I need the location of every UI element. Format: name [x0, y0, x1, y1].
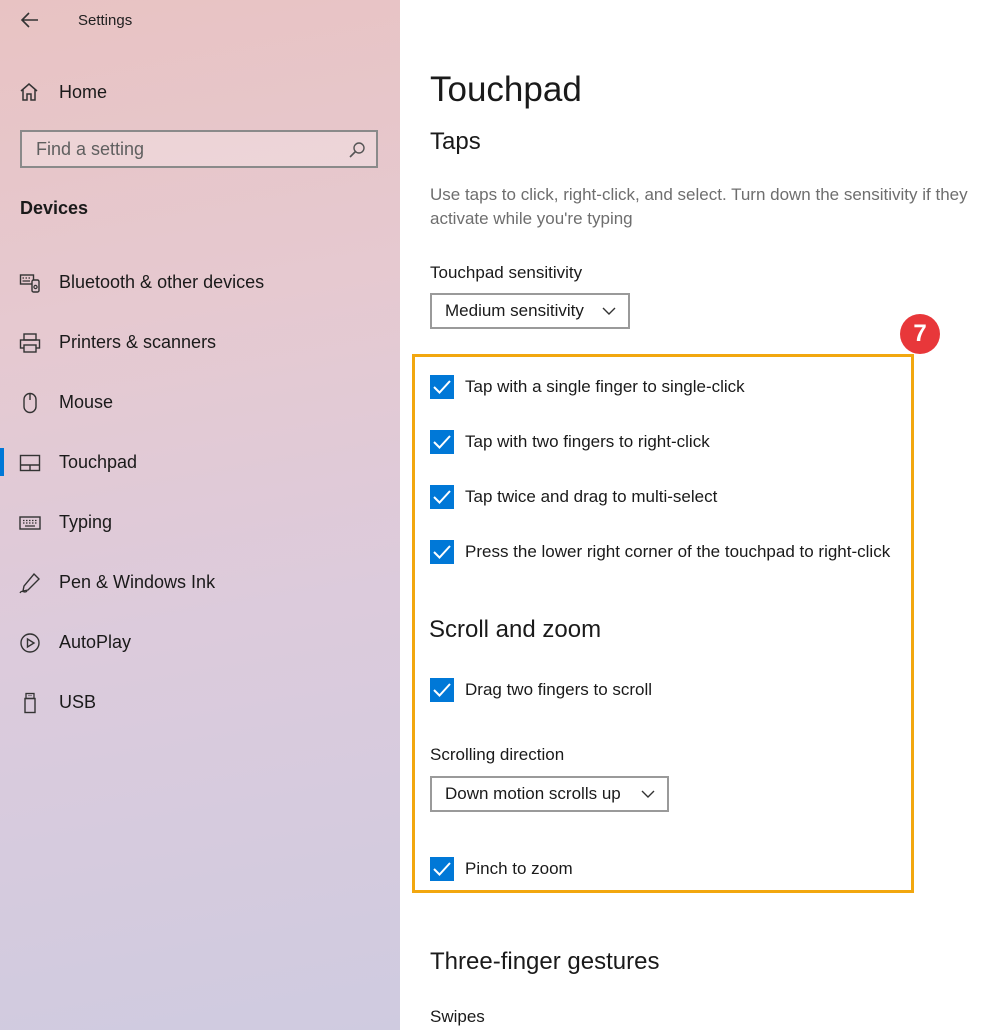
taps-description: Use taps to click, right-click, and sele… [430, 185, 968, 228]
checkmark-icon [433, 435, 451, 449]
sidebar-item-label: Pen & Windows Ink [59, 572, 216, 592]
checkmark-icon [433, 380, 451, 394]
sidebar-item-usb[interactable]: USB [0, 682, 400, 722]
bluetooth-devices-icon [19, 274, 40, 293]
two-finger-tap-checkbox[interactable]: Tap with two fingers to right-click [430, 429, 710, 455]
checkbox-label: Tap twice and drag to multi-select [465, 487, 718, 506]
lower-right-corner-checkbox[interactable]: Press the lower right corner of the touc… [430, 539, 890, 565]
search-icon[interactable] [348, 141, 366, 159]
checkbox-checked[interactable] [430, 430, 454, 454]
checkbox-checked[interactable] [430, 375, 454, 399]
checkbox-label: Press the lower right corner of the touc… [465, 542, 891, 561]
sidebar-item-touchpad[interactable]: Touchpad [0, 442, 400, 482]
sidebar-item-label: USB [59, 692, 97, 712]
taps-heading: Taps [430, 128, 481, 155]
chevron-down-icon [602, 307, 616, 315]
checkbox-checked[interactable] [430, 678, 454, 702]
active-indicator [0, 448, 4, 476]
sidebar-item-bluetooth[interactable]: Bluetooth & other devices [0, 262, 400, 302]
sidebar-item-label: Typing [59, 512, 113, 532]
sensitivity-label: Touchpad sensitivity [430, 263, 583, 282]
drag-two-fingers-checkbox[interactable]: Drag two fingers to scroll [430, 677, 652, 703]
checkbox-label: Tap with two fingers to right-click [465, 432, 710, 451]
usb-icon [24, 692, 36, 714]
sensitivity-dropdown[interactable]: Medium sensitivity [430, 293, 630, 329]
sidebar: Settings Home Devices Bluetooth & other … [0, 0, 400, 1030]
home-nav-item[interactable]: Home [18, 78, 378, 106]
sidebar-item-label: Touchpad [59, 452, 138, 472]
keyboard-icon [19, 516, 41, 530]
page-title: Touchpad [430, 70, 582, 109]
sidebar-item-typing[interactable]: Typing [0, 502, 400, 542]
checkbox-label: Tap with a single finger to single-click [465, 377, 745, 396]
sidebar-item-pen[interactable]: Pen & Windows Ink [0, 562, 400, 602]
home-label: Home [59, 81, 108, 102]
checkbox-label: Drag two fingers to scroll [465, 680, 653, 699]
checkmark-icon [433, 490, 451, 504]
single-finger-tap-checkbox[interactable]: Tap with a single finger to single-click [430, 374, 745, 400]
section-title: Devices [20, 198, 89, 218]
sidebar-item-label: AutoPlay [59, 632, 132, 652]
search-input[interactable] [22, 132, 336, 166]
checkmark-icon [433, 545, 451, 559]
tap-twice-drag-checkbox[interactable]: Tap twice and drag to multi-select [430, 484, 717, 510]
pinch-zoom-checkbox[interactable]: Pinch to zoom [430, 856, 573, 882]
sidebar-item-label: Printers & scanners [59, 332, 217, 352]
sensitivity-value: Medium sensitivity [445, 301, 584, 320]
pen-icon [19, 572, 40, 594]
checkbox-label: Pinch to zoom [465, 859, 573, 878]
app-title: Settings [78, 12, 133, 29]
sidebar-item-mouse[interactable]: Mouse [0, 382, 400, 422]
printer-icon [19, 333, 41, 353]
main-panel: Touchpad Taps Use taps to click, right-c… [400, 0, 988, 1030]
title-bar: Settings [0, 0, 400, 40]
checkbox-checked[interactable] [430, 540, 454, 564]
sidebar-item-printers[interactable]: Printers & scanners [0, 322, 400, 362]
back-arrow-icon [20, 12, 38, 28]
scrolling-direction-value: Down motion scrolls up [445, 784, 621, 803]
step-badge: 7 [900, 314, 940, 354]
sidebar-item-label: Bluetooth & other devices [59, 272, 265, 292]
checkmark-icon [433, 862, 451, 876]
three-finger-heading: Three-finger gestures [430, 948, 660, 975]
swipes-label: Swipes [430, 1007, 485, 1026]
chevron-down-icon [641, 790, 655, 798]
sidebar-item-autoplay[interactable]: AutoPlay [0, 622, 400, 662]
checkbox-checked[interactable] [430, 857, 454, 881]
touchpad-icon [19, 454, 41, 472]
sidebar-item-label: Mouse [59, 392, 114, 412]
checkmark-icon [433, 683, 451, 697]
scrolling-direction-label: Scrolling direction [430, 745, 565, 764]
scrolling-direction-dropdown[interactable]: Down motion scrolls up [430, 776, 669, 812]
checkbox-checked[interactable] [430, 485, 454, 509]
autoplay-icon [20, 633, 40, 653]
home-icon [20, 83, 38, 101]
mouse-icon [23, 392, 37, 414]
search-box[interactable] [20, 130, 378, 168]
back-button[interactable] [18, 8, 42, 32]
scroll-zoom-heading: Scroll and zoom [429, 616, 602, 643]
